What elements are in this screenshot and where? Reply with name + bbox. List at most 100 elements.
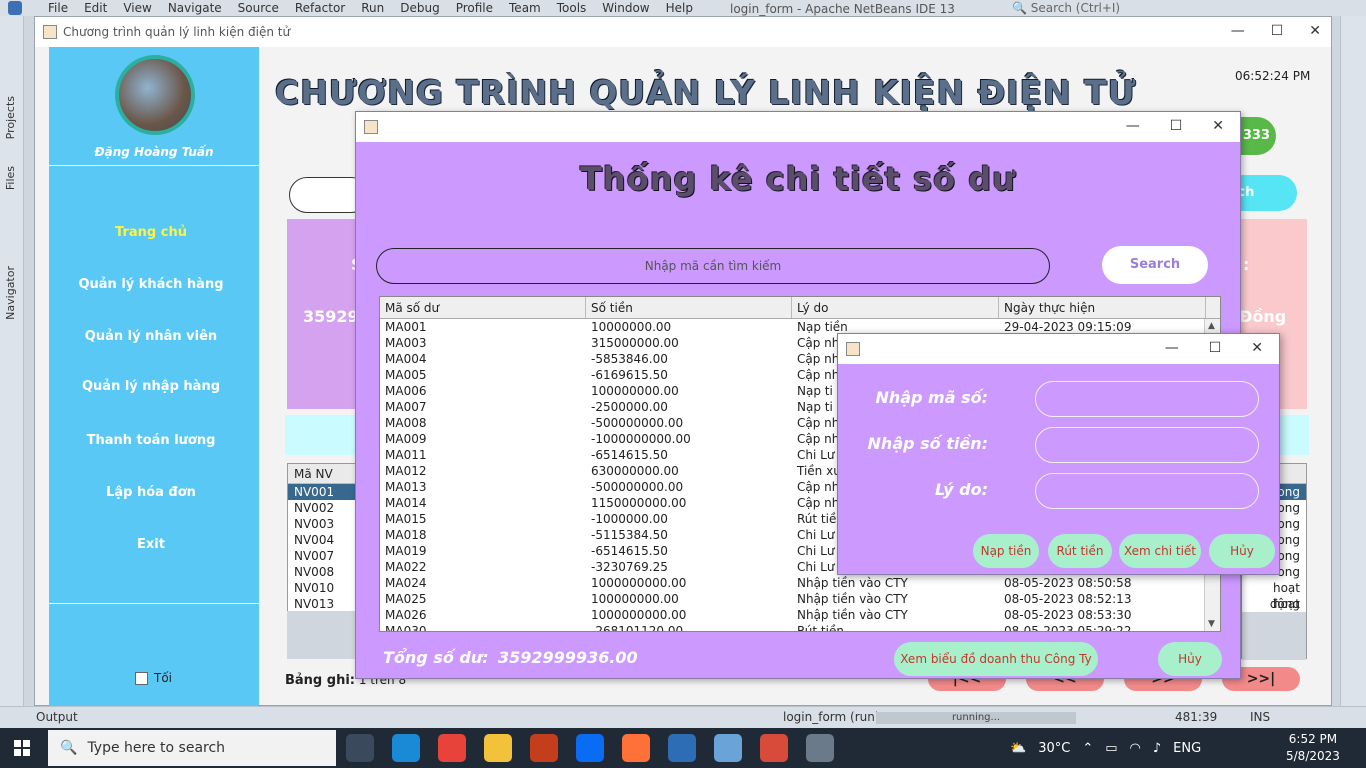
weather-icon[interactable]: ⛅ (1010, 741, 1026, 756)
java-app-icon[interactable] (806, 734, 834, 762)
user-name: Đặng Hoàng Tuấn (94, 145, 214, 159)
cancel-button[interactable]: Hủy (1158, 642, 1222, 676)
taskbar-date: 5/8/2023 (1286, 749, 1340, 763)
sidebar-divider (49, 165, 259, 166)
reason-label: Lý do: (934, 480, 988, 499)
menu-source[interactable]: Source (230, 1, 287, 15)
table-row[interactable]: MA026 1000000000.00 Nhập tiền vào CTY 08-05… (380, 607, 1220, 623)
table-cell: -6514615.50 (591, 448, 668, 462)
dark-mode-checkbox[interactable] (135, 671, 148, 685)
powerpoint-icon[interactable] (530, 734, 558, 762)
table-cell: Nhập tiền vào CTY (797, 576, 908, 590)
sidebar-item-payroll[interactable]: Thanh toán lương (49, 433, 253, 448)
maximize-icon[interactable]: ☐ (1271, 23, 1284, 39)
minimize-icon[interactable]: — (1126, 118, 1140, 134)
output-tab[interactable]: Output (36, 710, 78, 724)
language[interactable]: ENG (1173, 741, 1201, 756)
column-header[interactable]: Ngày thực hiện (999, 297, 1206, 318)
column-header[interactable]: Số tiền (586, 297, 792, 318)
menu-debug[interactable]: Debug (392, 1, 447, 15)
sidebar-item-home[interactable]: Trang chủ (49, 225, 253, 240)
firefox-icon[interactable] (622, 734, 650, 762)
battery-icon[interactable]: ▭ (1105, 741, 1117, 756)
table-cell: 08-05-2023 08:53:30 (1004, 608, 1132, 622)
view-revenue-chart-button[interactable]: Xem biểu đồ doanh thu Công Ty (894, 642, 1098, 676)
amount-input[interactable] (1035, 427, 1259, 463)
wifi-icon[interactable]: ◠ (1130, 741, 1141, 756)
chrome-profile-icon[interactable] (760, 734, 788, 762)
table-cell: 08-05-2023 05:29:22 (1004, 624, 1132, 632)
cancel-button[interactable]: Hủy (1209, 534, 1275, 568)
table-cell: MA013 (385, 480, 427, 494)
table-empty-area (1242, 612, 1306, 660)
balance-search-button[interactable]: Search (1102, 246, 1208, 284)
table-row[interactable]: MA025 100000000.00 Nhập tiền vào CTY 08-05-… (380, 591, 1220, 607)
maximize-icon[interactable]: ☐ (1209, 340, 1222, 356)
table-row[interactable]: MA030 -268101120.00 Rút tiền 08-05-2023 05:… (380, 623, 1220, 632)
search-app-icon[interactable] (668, 734, 696, 762)
taskbar-search-placeholder: Type here to search (87, 740, 226, 756)
ide-search-input[interactable]: 🔍 Search (Ctrl+I) (1012, 1, 1172, 15)
volume-icon[interactable]: ♪ (1153, 741, 1161, 756)
netbeans-icon[interactable] (714, 734, 742, 762)
menu-edit[interactable]: Edit (76, 1, 115, 15)
menu-navigate[interactable]: Navigate (160, 1, 230, 15)
table-cell: MA024 (385, 576, 427, 590)
table-cell: 10000000.00 (591, 320, 672, 334)
tab-navigator[interactable]: Navigator (4, 266, 17, 320)
app-window-controls: — ☐ ✕ (1231, 23, 1321, 39)
menu-tools[interactable]: Tools (549, 1, 595, 15)
tab-files[interactable]: Files (4, 166, 17, 190)
deposit-button[interactable]: Nạp tiền (973, 534, 1039, 568)
menu-refactor[interactable]: Refactor (287, 1, 353, 15)
zalo-icon[interactable] (576, 734, 604, 762)
table-cell: MA018 (385, 528, 427, 542)
code-input[interactable] (1035, 381, 1259, 417)
menu-file[interactable]: File (40, 1, 76, 15)
column-header[interactable]: Mã số dư (380, 297, 586, 318)
table-cell[interactable]: hoạt động (1242, 580, 1306, 611)
task-view-icon[interactable] (346, 734, 374, 762)
table-row[interactable]: MA024 1000000000.00 Nhập tiền vào CTY 08-05… (380, 575, 1220, 591)
table-cell[interactable]: hoạt động (1242, 596, 1306, 627)
menu-view[interactable]: View (115, 1, 159, 15)
page-title: CHƯƠNG TRÌNH QUẢN LÝ LINH KIỆN ĐIỆN TỬ (275, 73, 1137, 112)
menu-window[interactable]: Window (594, 1, 657, 15)
minimize-icon[interactable]: — (1231, 23, 1245, 39)
close-icon[interactable]: ✕ (1309, 23, 1321, 39)
edge-icon[interactable] (392, 734, 420, 762)
maximize-icon[interactable]: ☐ (1170, 118, 1183, 134)
dark-mode-toggle[interactable]: Tối (135, 671, 172, 685)
close-icon[interactable]: ✕ (1212, 118, 1224, 134)
sidebar-item-employees[interactable]: Quản lý nhân viên (49, 329, 253, 344)
balance-search-input[interactable]: Nhập mã cần tìm kiếm (376, 248, 1050, 284)
minimize-icon[interactable]: — (1165, 340, 1179, 356)
table-cell: -2500000.00 (591, 400, 668, 414)
sidebar-item-invoice[interactable]: Lập hóa đơn (49, 485, 253, 500)
chrome-icon[interactable] (438, 734, 466, 762)
sidebar-item-imports[interactable]: Quản lý nhập hàng (49, 379, 253, 394)
chevron-up-icon[interactable]: ⌃ (1082, 741, 1093, 756)
menu-profile[interactable]: Profile (448, 1, 501, 15)
table-cell: Nhập tiền vào CTY (797, 592, 908, 606)
menu-help[interactable]: Help (658, 1, 701, 15)
scroll-up-icon[interactable]: ▲ (1208, 321, 1215, 331)
temperature: 30°C (1038, 740, 1071, 756)
menu-run[interactable]: Run (353, 1, 392, 15)
menu-team[interactable]: Team (501, 1, 549, 15)
ide-menubar: File Edit View Navigate Source Refactor … (0, 0, 1366, 16)
taskbar-clock[interactable]: 6:52 PM 5/8/2023 (1286, 731, 1340, 765)
windows-start-icon[interactable] (14, 740, 30, 756)
tab-projects[interactable]: Projects (4, 96, 17, 139)
reason-input[interactable] (1035, 473, 1259, 509)
file-explorer-icon[interactable] (484, 734, 512, 762)
close-icon[interactable]: ✕ (1251, 340, 1263, 356)
table-cell: -500000000.00 (591, 480, 684, 494)
sidebar-item-customers[interactable]: Quản lý khách hàng (49, 277, 253, 292)
scroll-down-icon[interactable]: ▼ (1208, 619, 1215, 629)
column-header[interactable]: Lý do (792, 297, 999, 318)
withdraw-button[interactable]: Rút tiền (1048, 534, 1112, 568)
taskbar-search-input[interactable]: 🔍 Type here to search (48, 730, 336, 766)
view-details-button[interactable]: Xem chi tiết (1119, 534, 1201, 568)
sidebar-item-exit[interactable]: Exit (49, 537, 253, 552)
